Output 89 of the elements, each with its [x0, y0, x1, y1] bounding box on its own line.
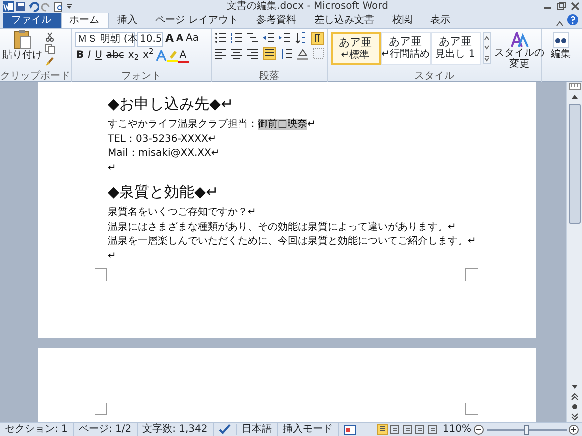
styles-letters-icon [510, 32, 528, 48]
close-icon[interactable] [570, 2, 580, 11]
dropdown-icon[interactable] [66, 2, 73, 12]
change-styles-button[interactable]: スタイルの変更 [494, 32, 546, 70]
corner-mark-icon [95, 403, 108, 416]
proofing-check-icon[interactable] [218, 424, 231, 435]
save-icon[interactable] [16, 2, 26, 12]
clipboard-icon [14, 30, 32, 50]
ribbon-tab[interactable]: 差し込み文書 [306, 12, 384, 28]
numbered-list-icon[interactable] [230, 32, 242, 44]
print-layout-icon[interactable] [376, 424, 388, 435]
font-size-field[interactable]: 10.5 [137, 32, 163, 46]
line-spacing-icon[interactable] [280, 48, 292, 60]
insert-mode-status[interactable]: 挿入モード [278, 423, 339, 436]
window-title: 文書の編集.docx - Microsoft Word [226, 0, 390, 13]
style-item[interactable]: あア亜 見出し 1 [430, 32, 480, 64]
ribbon-tab[interactable]: ホーム [60, 12, 108, 28]
next-page-icon[interactable] [568, 412, 580, 422]
format-button[interactable]: I [86, 49, 94, 63]
font-name-field[interactable]: ＭＳ 明朝 (本 [74, 32, 134, 46]
format-button[interactable]: x$^{2}$ [141, 49, 156, 63]
paragraph-text: 温泉を一層楽しんでいただくために、今回は泉質と効能についてご紹介します。↵ [108, 235, 478, 249]
page-status[interactable]: ページ: 1/2 [74, 423, 138, 436]
shrink-font-button[interactable]: A [176, 32, 184, 46]
shading-icon[interactable] [296, 48, 308, 60]
increase-indent-icon[interactable] [278, 32, 290, 44]
corner-mark-icon [95, 268, 108, 281]
gallery-scroll-icon[interactable] [483, 32, 491, 64]
undo-icon[interactable] [28, 2, 38, 12]
scissors-icon[interactable] [45, 32, 55, 42]
paragraph-text: 泉質名をいくつご存知ですか？↵ [108, 206, 258, 220]
sort-icon[interactable] [294, 32, 306, 44]
zoom-slider-thumb[interactable] [524, 424, 528, 434]
paragraph-text: ↵ [108, 250, 118, 264]
style-item[interactable]: あア亜 ↵行間詰め [380, 32, 430, 64]
format-button[interactable]: U [93, 49, 104, 63]
help-icon[interactable] [567, 14, 579, 26]
format-button[interactable]: x$_{2}$ [126, 49, 142, 63]
font-color-button[interactable]: A [178, 50, 189, 62]
copy-icon[interactable] [45, 44, 55, 54]
paragraph-text: 温泉にはさまざまな種類があり、その効能は泉質によって違いがあります。↵ [108, 220, 458, 234]
collapse-ribbon-icon[interactable] [556, 20, 564, 28]
format-button[interactable]: abc [104, 49, 126, 63]
paragraph-text: Mail：misaki@XX.XX↵ [108, 147, 221, 161]
ribbon-tab[interactable]: 挿入 [108, 12, 146, 28]
print-preview-icon[interactable] [54, 2, 64, 12]
maximize-icon[interactable] [556, 2, 566, 11]
zoom-out-icon[interactable] [474, 424, 484, 434]
bullet-list-icon[interactable] [214, 32, 226, 44]
group-label: クリップボード [0, 71, 71, 82]
align-left-icon[interactable] [214, 48, 226, 60]
word-logo-icon [2, 1, 14, 12]
ribbon-tab[interactable]: ファイル [2, 12, 60, 28]
change-case-button[interactable]: Aa [186, 32, 199, 46]
group-label: 段落 [258, 71, 280, 82]
ruler-icon[interactable] [568, 82, 580, 92]
align-right-icon[interactable] [246, 48, 258, 60]
ribbon-tab[interactable]: 表示 [422, 12, 460, 28]
paragraph-mark-icon[interactable] [310, 32, 324, 44]
corner-mark-icon [465, 403, 478, 416]
language-status[interactable]: 日本語 [236, 423, 278, 436]
format-button[interactable]: B [74, 49, 86, 63]
section-status[interactable]: セクション: 1 [0, 423, 74, 436]
group-label: スタイル [414, 71, 456, 82]
paragraph-text: TEL：03-5236-XXXX↵ [108, 132, 218, 146]
ribbon-tab[interactable]: 校閲 [384, 12, 422, 28]
paste-button[interactable]: 貼り付け [2, 29, 42, 62]
text-effect-icon[interactable] [156, 50, 167, 62]
macro-record-icon[interactable] [344, 424, 356, 434]
brush-icon[interactable] [45, 56, 55, 66]
align-center-icon[interactable] [230, 48, 242, 60]
heading-text: ◆泉質と効能◆↵ [108, 182, 220, 202]
heading-text: ◆お申し込み先◆↵ [108, 94, 235, 114]
word-count-status[interactable]: 文字数: 1,342 [138, 423, 214, 436]
borders-icon[interactable] [312, 48, 324, 60]
justify-icon[interactable] [262, 47, 276, 60]
paragraph-text: すこやかライフ温泉クラブ担当：御前□映奈↵ [108, 118, 317, 132]
paragraph-text: ↵ [108, 162, 118, 176]
zoom-in-icon[interactable] [569, 424, 579, 434]
ribbon-tab[interactable]: ページ レイアウト [146, 12, 248, 28]
group-label: フォント [120, 71, 162, 82]
scroll-thumb[interactable] [568, 104, 580, 224]
decrease-indent-icon[interactable] [262, 32, 274, 44]
multilevel-list-icon[interactable] [246, 32, 258, 44]
zoom-level-text[interactable]: 110% [442, 423, 472, 436]
style-item[interactable]: あア亜 ↵標準 [330, 32, 380, 64]
grow-font-button[interactable]: A [166, 32, 174, 46]
ribbon-tab[interactable]: 参考資料 [248, 12, 306, 28]
corner-mark-icon [465, 268, 478, 281]
